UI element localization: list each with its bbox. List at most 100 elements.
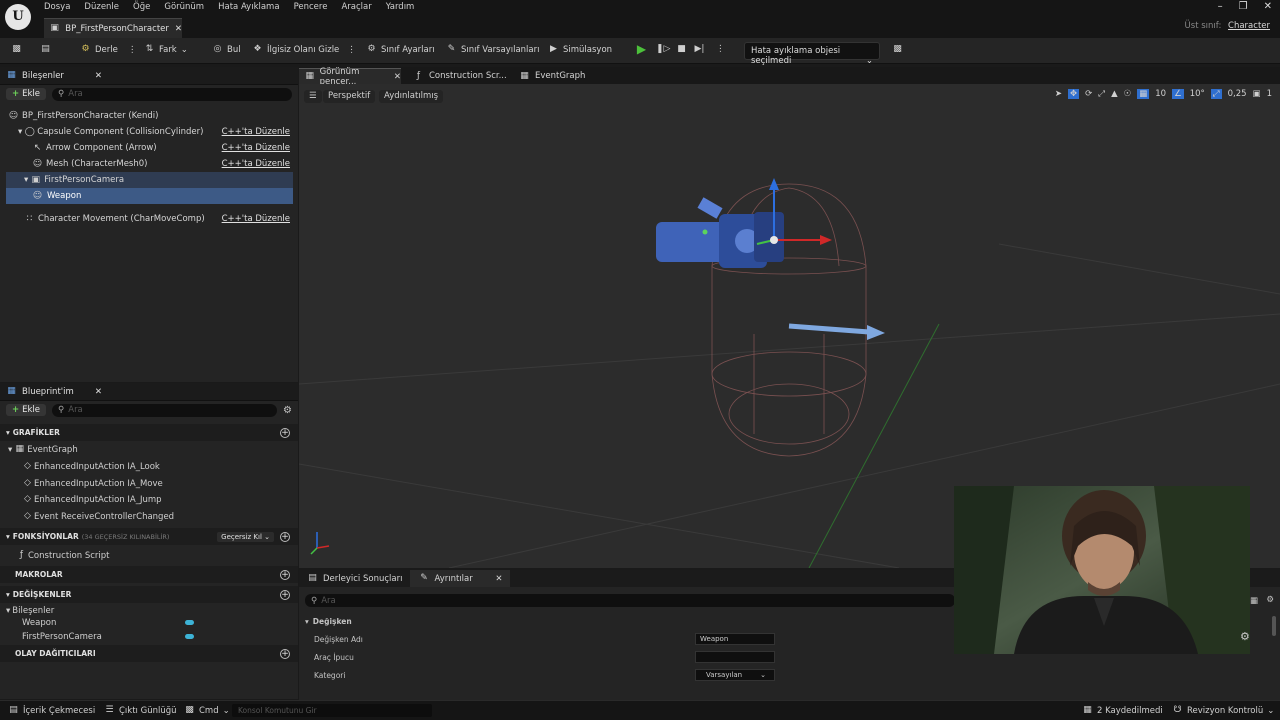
maximize-icon[interactable]: ❐ — [1239, 1, 1248, 12]
edit-in-cpp-link[interactable]: C++'ta Düzenle — [222, 214, 290, 224]
parent-class-link[interactable]: Character — [1228, 21, 1270, 31]
rotate-mode-icon[interactable]: ⟳ — [1085, 89, 1092, 99]
eject-button[interactable]: ▶| — [694, 44, 705, 55]
hide-unrelated-button[interactable]: ❖ İlgisiz Olanı Gizle ⋮ — [252, 44, 356, 55]
close-tab-icon[interactable]: ✕ — [495, 574, 502, 584]
compile-button[interactable]: ⚙ Derle ⋮ — [80, 44, 136, 55]
event-item[interactable]: ◇ EnhancedInputAction IA_Jump — [22, 492, 161, 507]
menu-file[interactable]: Dosya — [44, 2, 70, 12]
viewport-menu-button[interactable]: ☰ — [304, 90, 322, 103]
dispatchers-section[interactable]: OLAY DAĞITICILARI + — [0, 645, 298, 662]
document-tab[interactable]: ▣ BP_FirstPersonCharacter ✕ — [44, 18, 182, 38]
add-macro-icon[interactable]: + — [280, 569, 290, 580]
details-scrollbar[interactable] — [1272, 616, 1276, 636]
output-log-button[interactable]: ☰ Çıktı Günlüğü — [104, 705, 176, 716]
components-search-input[interactable]: ⚲ Ara — [52, 87, 292, 101]
construction-script-item[interactable]: ƒ Construction Script — [16, 548, 110, 563]
override-dropdown[interactable]: Geçersiz Kıl ⌄ — [217, 531, 274, 542]
add-member-button[interactable]: + Ekle — [6, 404, 47, 416]
content-drawer-button[interactable]: ▤ İçerik Çekmecesi — [8, 705, 95, 716]
variables-section[interactable]: ▾ DEĞİŞKENLER + — [0, 586, 298, 603]
event-item[interactable]: ◇ Event ReceiveControllerChanged — [22, 509, 174, 524]
browse-button[interactable]: ▤ — [40, 44, 51, 55]
settings-gear-icon[interactable]: ⚙ — [1266, 595, 1274, 605]
console-input[interactable]: Konsol Komutunu Gir — [232, 704, 432, 717]
class-settings-button[interactable]: ⚙ Sınıf Ayarları — [366, 44, 434, 55]
revision-control-button[interactable]: ☋ Revizyon Kontrolü ⌄ — [1172, 705, 1275, 716]
debug-object-dropdown[interactable]: Hata ayıklama objesi seçilmedi ⌄ — [744, 42, 880, 66]
translate-mode-icon[interactable]: ✥ — [1068, 89, 1080, 99]
stop-button[interactable]: ■ — [676, 44, 687, 55]
cmd-dropdown[interactable]: ▩ Cmd ⌄ — [184, 705, 230, 716]
resize-handle-icon[interactable]: ⚙ — [1240, 630, 1250, 643]
details-search-input[interactable]: ⚲ Ara — [305, 594, 955, 607]
settings-gear-icon[interactable]: ⚙ — [283, 405, 292, 416]
edit-in-cpp-link[interactable]: C++'ta Düzenle — [222, 159, 290, 169]
tree-item-weapon[interactable]: ☺ Weapon — [6, 188, 293, 204]
category-dropdown[interactable]: Varsayılan ⌄ — [695, 669, 775, 681]
variable-category-header[interactable]: ▾ Değişken — [299, 613, 789, 630]
rotation-snap-value[interactable]: 10° — [1190, 89, 1205, 99]
diff-button[interactable]: ⇅ Fark ⌄ — [144, 44, 188, 55]
scale-snap-icon[interactable]: ⤢ — [1210, 89, 1222, 99]
unsaved-button[interactable]: ▦ 2 Kaydedilmedi — [1082, 705, 1163, 716]
tree-item-arrow[interactable]: ↖ Arrow Component (Arrow) C++'ta Düzenle — [0, 140, 293, 156]
close-panel-icon[interactable]: ✕ — [95, 387, 102, 397]
play-button[interactable]: ▶ — [636, 43, 647, 55]
event-item[interactable]: ◇ EnhancedInputAction IA_Move — [22, 476, 163, 491]
select-mode-icon[interactable]: ➤ — [1055, 89, 1062, 99]
close-panel-icon[interactable]: ✕ — [95, 71, 102, 81]
scale-mode-icon[interactable]: ⤢ — [1098, 89, 1105, 99]
camera-speed-value[interactable]: 1 — [1267, 89, 1272, 99]
menu-view[interactable]: Görünüm — [164, 2, 204, 12]
save-button[interactable]: ▩ — [11, 44, 22, 55]
rotation-snap-icon[interactable]: ∠ — [1172, 89, 1184, 99]
menu-asset[interactable]: Öğe — [133, 2, 150, 12]
tab-viewport[interactable]: ▦ Görünüm pencer... ✕ — [299, 67, 401, 87]
blueprint-search-input[interactable]: ⚲ Ara — [52, 403, 278, 417]
add-dispatcher-icon[interactable]: + — [280, 648, 290, 659]
add-graph-icon[interactable]: + — [280, 427, 290, 438]
simulation-button[interactable]: ▶ Simülasyon — [548, 44, 612, 55]
tree-item-movement[interactable]: ∷ Character Movement (CharMoveComp) C++'… — [0, 211, 293, 227]
menu-tools[interactable]: Araçlar — [341, 2, 371, 12]
class-defaults-button[interactable]: ✎ Sınıf Varsayılanları — [446, 44, 540, 55]
tab-details[interactable]: ✎ Ayrıntılar ✕ — [410, 570, 511, 587]
tab-event-graph[interactable]: ▦ EventGraph — [513, 68, 593, 84]
menu-window[interactable]: Pencere — [294, 2, 328, 12]
scale-snap-value[interactable]: 0,25 — [1228, 89, 1247, 99]
graphs-section[interactable]: ▾ GRAFİKLER + — [0, 424, 298, 441]
tooltip-input[interactable] — [695, 651, 775, 663]
edit-in-cpp-link[interactable]: C++'ta Düzenle — [222, 127, 290, 137]
perspective-button[interactable]: Perspektif — [323, 90, 376, 103]
step-button[interactable]: ❚▷ — [656, 44, 670, 55]
close-tab-icon[interactable]: ✕ — [175, 24, 182, 34]
kebab-icon[interactable]: ⋮ — [347, 45, 356, 55]
expand-arrow-icon[interactable]: ▾ — [24, 175, 28, 185]
add-component-button[interactable]: + Ekle — [6, 88, 47, 100]
variable-camera[interactable]: FirstPersonCamera — [22, 629, 194, 644]
find-button[interactable]: ◎ Bul — [212, 44, 241, 55]
kebab-icon[interactable]: ⋮ — [128, 45, 137, 55]
close-tab-icon[interactable]: ✕ — [394, 72, 401, 82]
add-variable-icon[interactable]: + — [280, 589, 290, 600]
variable-name-input[interactable]: Weapon — [695, 633, 775, 645]
event-graph-item[interactable]: ▾ ▦ EventGraph — [8, 442, 78, 457]
expand-arrow-icon[interactable]: ▾ — [18, 127, 22, 137]
menu-help[interactable]: Yardım — [386, 2, 415, 12]
menu-debug[interactable]: Hata Ayıklama — [218, 2, 279, 12]
camera-speed-icon[interactable]: ▣ — [1253, 89, 1261, 99]
tree-item-capsule[interactable]: ▾ ◯ Capsule Component (CollisionCylinder… — [0, 124, 293, 140]
lit-mode-button[interactable]: Aydınlatılmış — [379, 90, 444, 103]
world-local-icon[interactable]: ☉ — [1124, 89, 1132, 99]
tree-item-root[interactable]: ☺ BP_FirstPersonCharacter (Kendi) — [0, 108, 293, 124]
menu-edit[interactable]: Düzenle — [84, 2, 119, 12]
tree-item-mesh[interactable]: ☺ Mesh (CharacterMesh0) C++'ta Düzenle — [0, 156, 293, 172]
minimize-icon[interactable]: – — [1218, 1, 1223, 12]
table-view-icon[interactable]: ▦ — [1250, 596, 1258, 606]
edit-in-cpp-link[interactable]: C++'ta Düzenle — [222, 143, 290, 153]
grid-snap-value[interactable]: 10 — [1155, 89, 1166, 99]
tab-compiler-results[interactable]: ▤ Derleyici Sonuçları — [299, 570, 410, 587]
surface-snap-icon[interactable]: ▲ — [1111, 89, 1118, 99]
event-item[interactable]: ◇ EnhancedInputAction IA_Look — [22, 459, 160, 474]
